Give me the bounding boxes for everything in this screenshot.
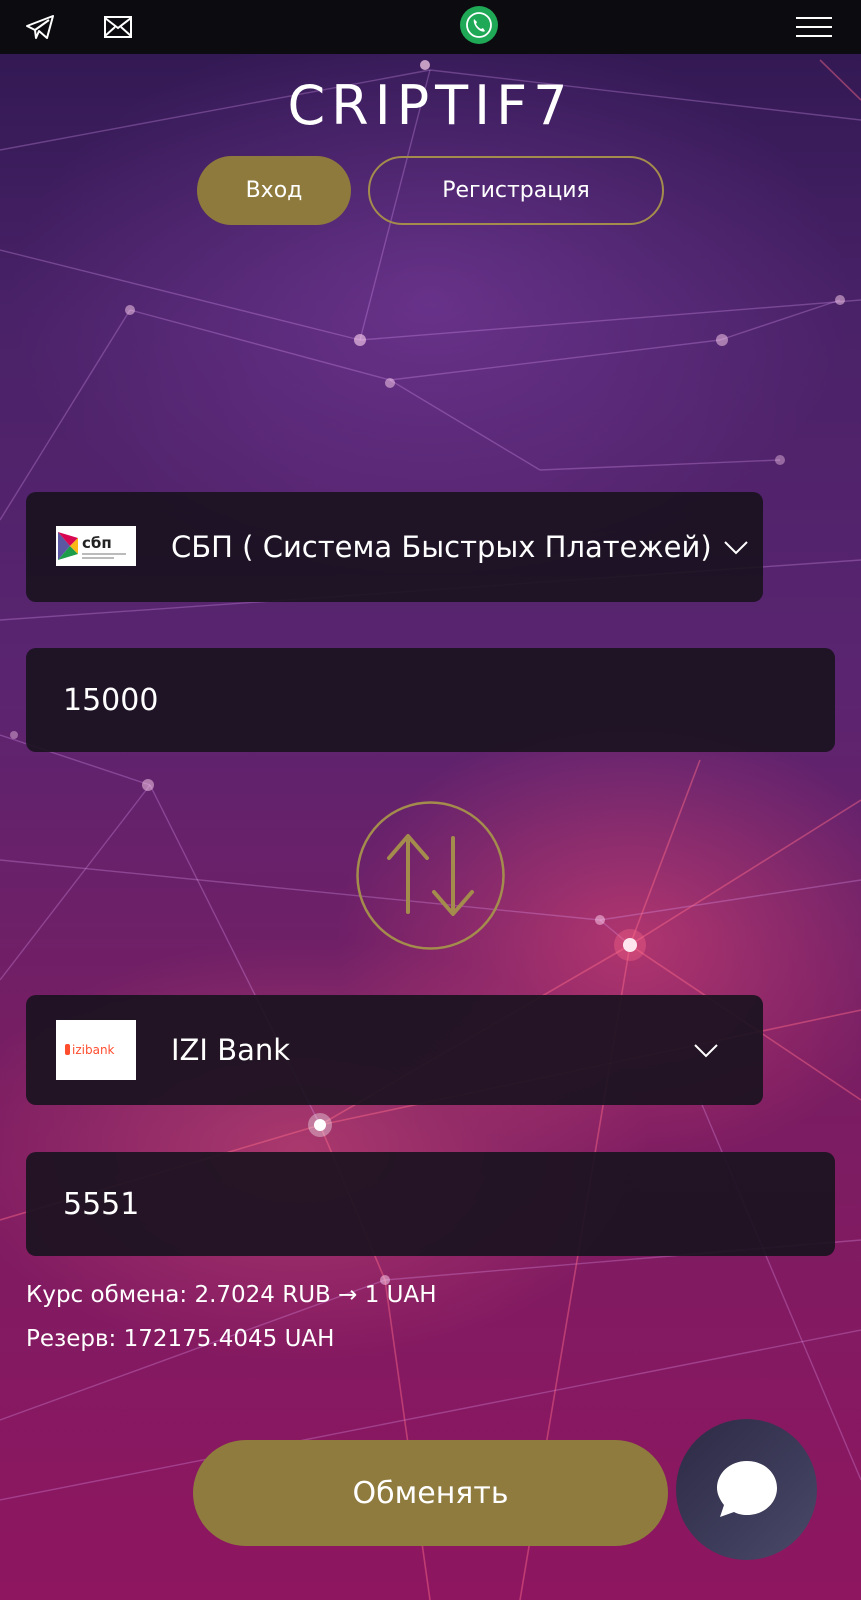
chevron-down-icon <box>694 1044 718 1058</box>
menu-icon[interactable] <box>796 9 832 45</box>
sbp-logo-text: сбп <box>82 534 112 552</box>
to-method-label: IZI Bank <box>171 1033 291 1067</box>
to-amount-input[interactable]: 5551 <box>26 1152 835 1256</box>
to-method-select[interactable]: izibank IZI Bank <box>26 995 763 1105</box>
reserve-text: Резерв: 172175.4045 UAH <box>26 1326 335 1352</box>
mail-icon[interactable] <box>100 9 136 45</box>
exchange-button[interactable]: Обменять <box>193 1440 668 1546</box>
brand-logo[interactable]: CRIPTIF7 <box>0 74 861 138</box>
phone-icon[interactable] <box>460 6 498 44</box>
izibank-logo-text: izibank <box>72 1043 115 1057</box>
sbp-logo: сбп <box>56 526 136 566</box>
swap-direction-button[interactable] <box>355 800 506 951</box>
swap-arrows-icon <box>387 834 474 916</box>
chevron-down-icon <box>724 541 748 555</box>
register-button[interactable]: Регистрация <box>368 156 664 225</box>
login-button[interactable]: Вход <box>197 156 351 225</box>
exchange-page: CRIPTIF7 Вход Регистрация сбп СБП ( Сист… <box>0 0 861 1600</box>
from-amount-input[interactable]: 15000 <box>26 648 835 752</box>
izibank-logo: izibank <box>56 1020 136 1080</box>
top-bar <box>0 0 861 54</box>
from-method-select[interactable]: сбп СБП ( Система Быстрых Платежей) <box>26 492 763 602</box>
chat-button[interactable] <box>676 1419 817 1560</box>
chat-bubble-icon <box>716 1460 777 1517</box>
exchange-rate-text: Курс обмена: 2.7024 RUB → 1 UAH <box>26 1282 437 1308</box>
from-method-label: СБП ( Система Быстрых Платежей) <box>171 530 712 564</box>
telegram-icon[interactable] <box>22 9 58 45</box>
